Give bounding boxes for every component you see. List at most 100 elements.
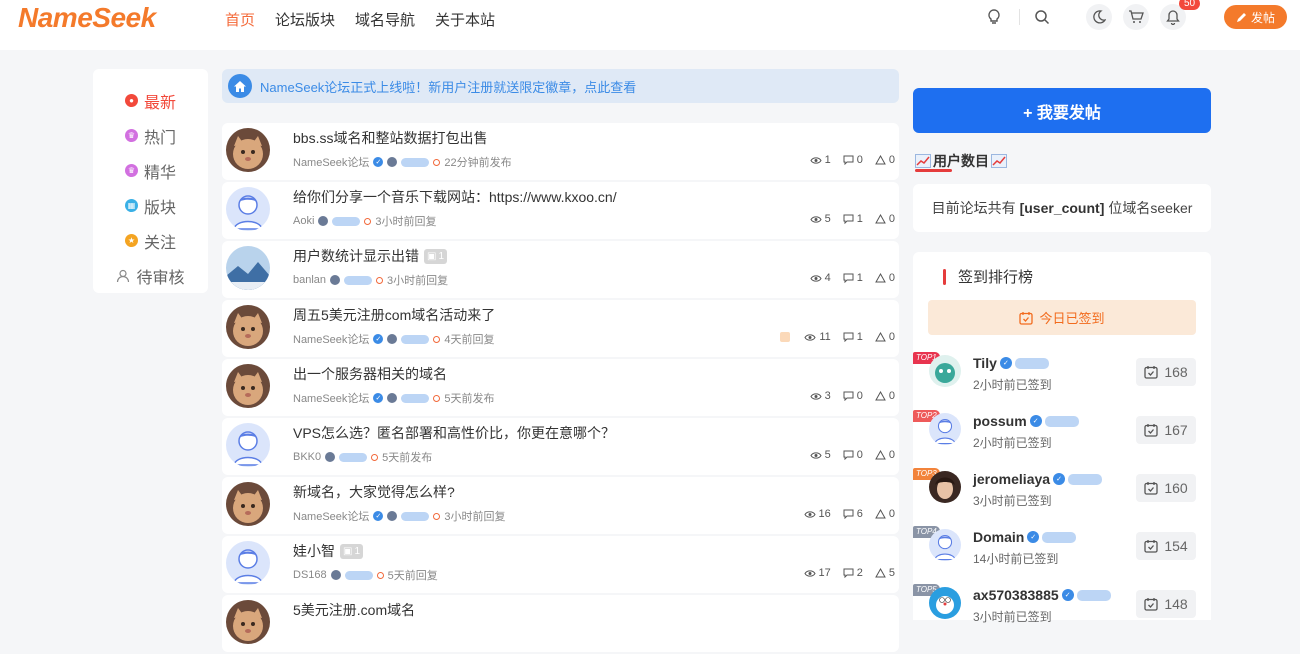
post-button-label: 发帖 bbox=[1250, 10, 1275, 25]
menu-item-sections[interactable]: ▦ 版块 bbox=[93, 188, 208, 223]
post-title-line: 娃小智 ▣ 1 bbox=[293, 541, 364, 561]
search-icon[interactable] bbox=[1029, 4, 1055, 30]
menu-item-hot[interactable]: ♛ 热门 bbox=[93, 118, 208, 153]
author-name[interactable]: banlan bbox=[293, 274, 326, 286]
post-row[interactable]: 周五5美元注册com域名活动来了 NameSeek论坛 ✓ 4天前回复 11 1 0 bbox=[222, 300, 899, 357]
post-title[interactable]: 出一个服务器相关的域名 bbox=[293, 364, 447, 384]
level-badge bbox=[1042, 531, 1077, 543]
menu-item-following[interactable]: ★ 关注 bbox=[93, 223, 208, 258]
post-row[interactable]: 出一个服务器相关的域名 NameSeek论坛 ✓ 5天前发布 3 0 0 bbox=[222, 359, 899, 416]
leaderboard-header: 签到排行榜 bbox=[943, 266, 1033, 287]
cart-icon[interactable] bbox=[1123, 4, 1149, 30]
views-value: 11 bbox=[819, 331, 831, 343]
post-title-line: VPS怎么选？匿名部署和高性价比，你更在意哪个？ bbox=[293, 423, 615, 443]
header-post-button[interactable]: 发帖 bbox=[1224, 5, 1287, 29]
post-title[interactable]: 5美元注册.com域名 bbox=[293, 600, 415, 620]
post-meta: NameSeek论坛 ✓ 22分钟前发布 bbox=[293, 154, 512, 170]
post-title[interactable]: 用户数统计显示出错 bbox=[293, 246, 419, 266]
nav-about[interactable]: 关于本站 bbox=[435, 9, 495, 30]
verified-icon: ✓ bbox=[1053, 473, 1066, 485]
author-avatar[interactable] bbox=[226, 128, 270, 172]
author-name[interactable]: NameSeek论坛 bbox=[293, 154, 369, 170]
author-name[interactable]: DS168 bbox=[293, 569, 327, 581]
pencil-icon bbox=[1236, 12, 1246, 22]
author-name[interactable]: NameSeek论坛 bbox=[293, 331, 369, 347]
post-title[interactable]: VPS怎么选？匿名部署和高性价比，你更在意哪个？ bbox=[293, 423, 615, 443]
nav-domain-navigation[interactable]: 域名导航 bbox=[355, 9, 415, 30]
checked-in-button[interactable]: 今日已签到 bbox=[928, 300, 1196, 335]
leaderboard-row[interactable]: TOP1 Tily ✓ 2小时前已签到 168 bbox=[913, 352, 1211, 402]
user-avatar[interactable] bbox=[929, 471, 961, 503]
post-row[interactable]: 用户数统计显示出错 ▣ 1 banlan 3小时前回复 4 1 0 bbox=[222, 241, 899, 298]
post-title[interactable]: 新域名，大家觉得怎么样? bbox=[293, 482, 455, 502]
leaderboard-row[interactable]: TOP4 Domain ✓ 14小时前已签到 154 bbox=[913, 526, 1211, 576]
post-title-line: 用户数统计显示出错 ▣ 1 bbox=[293, 246, 448, 266]
post-title[interactable]: 娃小智 bbox=[293, 541, 335, 561]
comment-count: 2 bbox=[843, 567, 863, 579]
site-logo[interactable]: NameSeek bbox=[18, 2, 156, 34]
user-name[interactable]: Domain bbox=[973, 529, 1024, 545]
checkin-count-value: 148 bbox=[1164, 596, 1188, 612]
author-name[interactable]: NameSeek论坛 bbox=[293, 390, 369, 406]
nav-forum-sections[interactable]: 论坛版块 bbox=[275, 9, 335, 30]
user-name[interactable]: jeromeliaya bbox=[973, 471, 1050, 487]
leaderboard-row[interactable]: TOP3 jeromeliaya ✓ 3小时前已签到 160 bbox=[913, 468, 1211, 518]
header-divider bbox=[1019, 9, 1020, 25]
author-avatar[interactable] bbox=[226, 305, 270, 349]
checkin-leaderboard: 签到排行榜 今日已签到 TOP1 Tily ✓ 2小时前已签到 168 TOP2 possu… bbox=[913, 252, 1211, 624]
grid-icon: ▦ bbox=[124, 199, 138, 212]
comment-icon bbox=[843, 214, 854, 224]
level-badge bbox=[1076, 589, 1111, 601]
user-count-prefix: 目前论坛共有 bbox=[931, 200, 1016, 216]
post-row[interactable]: bbs.ss域名和整站数据打包出售 NameSeek论坛 ✓ 22分钟前发布 1 0 0 bbox=[222, 123, 899, 180]
user-name[interactable]: Tily bbox=[973, 355, 997, 371]
author-avatar[interactable] bbox=[226, 541, 270, 585]
post-title[interactable]: 给你们分享一个音乐下载网站：https://www.kxoo.cn/ bbox=[293, 187, 617, 207]
nav-home[interactable]: 首页 bbox=[225, 9, 255, 30]
post-meta: BKK0 5天前发布 bbox=[293, 449, 432, 465]
post-title-line: 5美元注册.com域名 bbox=[293, 600, 415, 620]
author-avatar[interactable] bbox=[226, 600, 270, 644]
announcement-banner[interactable]: NameSeek论坛正式上线啦！新用户注册就送限定徽章，点此查看 bbox=[222, 69, 899, 103]
post-row[interactable]: 娃小智 ▣ 1 DS168 5天前回复 17 2 5 bbox=[222, 536, 899, 593]
user-badge-icon bbox=[387, 157, 398, 167]
user-avatar[interactable] bbox=[929, 587, 961, 619]
author-name[interactable]: Aoki bbox=[293, 215, 314, 227]
comment-icon bbox=[843, 332, 854, 342]
create-post-button[interactable]: + 我要发帖 bbox=[913, 88, 1211, 133]
post-row[interactable]: VPS怎么选？匿名部署和高性价比，你更在意哪个？ BKK0 5天前发布 5 0 0 bbox=[222, 418, 899, 475]
post-row[interactable]: 新域名，大家觉得怎么样? NameSeek论坛 ✓ 3小时前回复 16 6 0 bbox=[222, 477, 899, 534]
author-avatar[interactable] bbox=[226, 482, 270, 526]
post-row[interactable]: 给你们分享一个音乐下载网站：https://www.kxoo.cn/Aoki 3小… bbox=[222, 182, 899, 239]
leaderboard-row[interactable]: TOP2 possum ✓ 2小时前已签到 167 bbox=[913, 410, 1211, 460]
author-name[interactable]: BKK0 bbox=[293, 451, 321, 463]
author-avatar[interactable] bbox=[226, 187, 270, 231]
user-name[interactable]: ax570383885 bbox=[973, 587, 1059, 603]
user-badge-icon bbox=[387, 334, 398, 344]
author-avatar[interactable] bbox=[226, 423, 270, 467]
author-avatar[interactable] bbox=[226, 364, 270, 408]
post-meta: DS168 5天前回复 bbox=[293, 567, 438, 583]
post-row[interactable]: 5美元注册.com域名 bbox=[222, 595, 899, 652]
menu-item-latest[interactable]: ● 最新 bbox=[93, 83, 208, 118]
views-value: 5 bbox=[824, 449, 831, 461]
leaderboard-row[interactable]: TOP5 ax570383885 ✓ 3小时前已签到 148 bbox=[913, 584, 1211, 634]
author-avatar[interactable] bbox=[226, 246, 270, 290]
level-badge bbox=[1014, 357, 1049, 369]
user-name[interactable]: possum bbox=[973, 413, 1027, 429]
menu-item-pending[interactable]: 待审核 bbox=[93, 258, 208, 293]
menu-item-label: 版块 bbox=[143, 199, 176, 217]
post-time: 3小时前回复 bbox=[387, 275, 449, 287]
lightbulb-icon[interactable] bbox=[981, 4, 1007, 30]
view-count: 3 bbox=[810, 390, 831, 402]
user-avatar[interactable] bbox=[929, 529, 961, 561]
crown-icon: ♛ bbox=[124, 164, 138, 177]
menu-item-label: 精华 bbox=[143, 164, 176, 182]
menu-item-featured[interactable]: ♛ 精华 bbox=[93, 153, 208, 188]
user-avatar[interactable] bbox=[929, 413, 961, 445]
post-title[interactable]: bbs.ss域名和整站数据打包出售 bbox=[293, 128, 487, 148]
user-avatar[interactable] bbox=[929, 355, 961, 387]
dark-mode-moon-icon[interactable] bbox=[1086, 4, 1112, 30]
post-title[interactable]: 周五5美元注册com域名活动来了 bbox=[293, 305, 495, 325]
author-name[interactable]: NameSeek论坛 bbox=[293, 508, 369, 524]
